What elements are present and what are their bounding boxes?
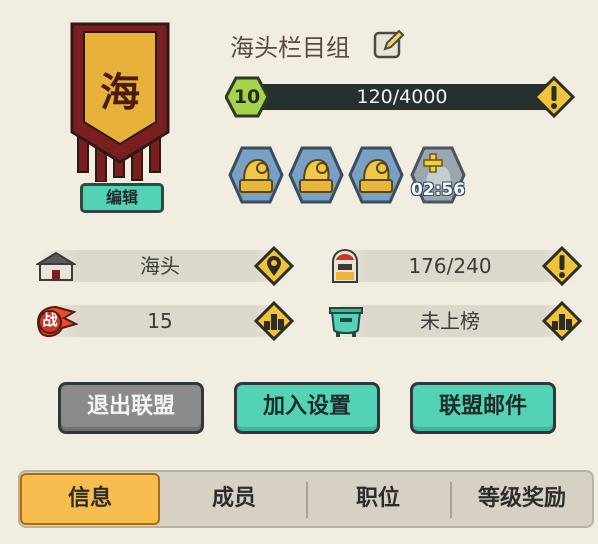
banner-character: 海 <box>100 69 140 116</box>
member-lion-icon[interactable] <box>348 146 404 204</box>
power-value: 15 <box>147 309 173 333</box>
cauldron-icon <box>329 307 363 337</box>
join-settings-button[interactable]: 加入设置 <box>234 382 380 434</box>
member-slot-timer: 02:56 <box>410 180 466 200</box>
tab-level-rewards[interactable]: 等级奖励 <box>452 470 592 528</box>
leader-name: 海头 <box>140 254 180 278</box>
location-pin-icon[interactable] <box>254 246 294 286</box>
alliance-name: 海头栏目组 <box>230 34 350 62</box>
member-lion-icon[interactable] <box>288 146 344 204</box>
helmet-icon <box>332 248 358 283</box>
tab-position[interactable]: 职位 <box>308 470 448 528</box>
alliance-level: 10 <box>233 86 261 108</box>
power-glyph: 战 <box>42 311 58 329</box>
alliance-banner: 海 <box>70 22 170 192</box>
warning-diamond-icon[interactable] <box>533 76 575 118</box>
tab-info[interactable]: 信息 <box>20 470 160 528</box>
members-count: 176/240 <box>408 254 492 278</box>
edit-banner-button[interactable]: 编辑 <box>80 183 164 213</box>
podium-icon[interactable] <box>254 301 294 341</box>
edit-name-icon[interactable] <box>373 29 405 59</box>
member-lion-icon[interactable] <box>228 146 284 204</box>
warning-diamond-icon[interactable] <box>542 246 582 286</box>
tab-members[interactable]: 成员 <box>164 470 304 528</box>
alliance-exp-text: 120/4000 <box>356 86 448 108</box>
quit-alliance-button[interactable]: 退出联盟 <box>58 382 204 434</box>
podium-icon[interactable] <box>542 301 582 341</box>
castle-icon <box>36 251 76 281</box>
alliance-mail-button[interactable]: 联盟邮件 <box>410 382 556 434</box>
ranking-value: 未上榜 <box>420 309 480 333</box>
